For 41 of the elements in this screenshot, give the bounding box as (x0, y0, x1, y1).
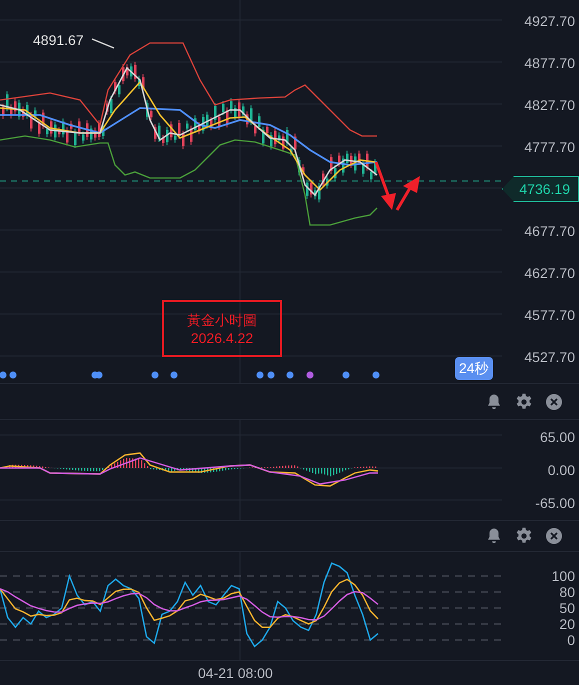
kdj-axis-label: 80 (559, 585, 575, 599)
settings-icon[interactable] (515, 392, 533, 410)
event-marker[interactable] (256, 372, 264, 378)
leader-line (92, 38, 114, 49)
annotation-text: 黃金小时圖 (187, 312, 257, 326)
price-axis-label: 4677.70 (524, 224, 575, 238)
price-axis-label: 4577.70 (524, 308, 575, 322)
price-axis-label: 4877.70 (524, 56, 575, 70)
price-axis-label: 4777.70 (524, 140, 575, 154)
event-marker[interactable] (268, 372, 274, 378)
kdj-axis-label: 20 (559, 617, 575, 631)
settings-icon[interactable] (515, 527, 533, 545)
high-price-label: 4891.67 (33, 31, 84, 50)
price-axis-label: 4627.70 (524, 266, 575, 280)
close-icon[interactable] (545, 527, 563, 545)
macd-axis-label: -65.00 (535, 496, 575, 510)
event-marker[interactable] (286, 372, 294, 378)
price-axis-label: 4927.70 (524, 14, 575, 28)
arrow-drawing (374, 161, 420, 211)
macd-axis-label: 65.00 (540, 430, 575, 444)
event-marker[interactable] (342, 372, 350, 378)
countdown-badge: 24秒 (455, 357, 493, 380)
event-marker[interactable] (372, 372, 380, 378)
bell-icon[interactable] (485, 527, 503, 545)
macd-axis-label: 0.00 (548, 462, 575, 476)
event-marker[interactable] (306, 372, 314, 378)
bell-icon[interactable] (485, 392, 503, 410)
event-marker[interactable] (152, 372, 158, 378)
kdj-axis-label: 0 (567, 633, 575, 647)
time-axis-label: 04-21 08:00 (198, 664, 273, 682)
event-marker[interactable] (170, 372, 178, 378)
price-axis-label: 4527.70 (524, 350, 575, 364)
kdj-axis-label: 100 (552, 569, 575, 583)
current-price-tag: 4736.19 (502, 176, 579, 202)
event-marker[interactable] (0, 372, 6, 378)
kdj-axis-label: 50 (559, 601, 575, 615)
event-marker[interactable] (10, 372, 16, 378)
annotation-text: 2026.4.22 (190, 330, 254, 344)
close-icon[interactable] (545, 392, 563, 410)
price-axis-label: 4827.70 (524, 98, 575, 112)
event-marker[interactable] (96, 372, 102, 378)
